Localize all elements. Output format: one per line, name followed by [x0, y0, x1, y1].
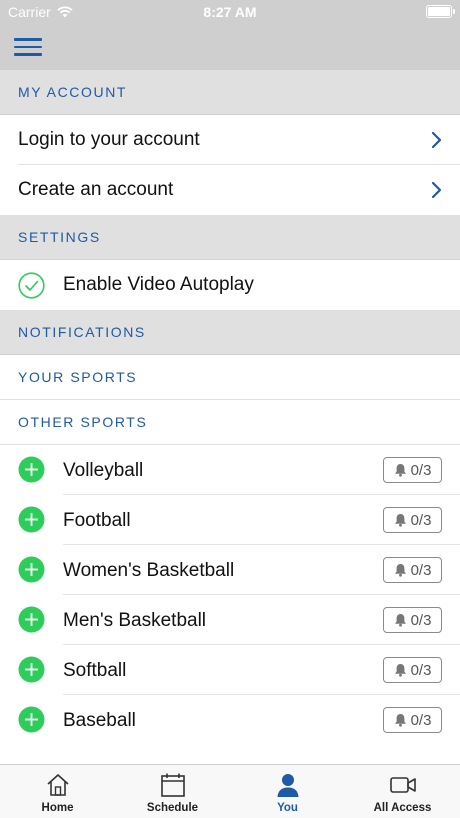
top-bar: Carrier 8:27 AM	[0, 0, 460, 70]
bell-icon	[394, 614, 406, 627]
notification-count: 0/3	[410, 511, 432, 529]
notification-count-button[interactable]: 0/3	[383, 657, 442, 683]
menu-button[interactable]	[14, 38, 42, 58]
add-sport-icon[interactable]	[18, 456, 45, 483]
status-bar: Carrier 8:27 AM	[0, 0, 460, 24]
tab-all-access-label: All Access	[373, 802, 432, 814]
home-icon	[46, 774, 69, 796]
autoplay-label: Enable Video Autoplay	[63, 274, 254, 295]
notification-count-button[interactable]: 0/3	[383, 557, 442, 583]
sport-name: Football	[63, 510, 131, 531]
menu-icon-line	[14, 45, 42, 48]
other-sports-list: Volleyball 0/3 Football 0/3 Women's Basketba…	[0, 445, 460, 745]
sport-row: Men's Basketball 0/3	[0, 595, 460, 645]
add-sport-icon[interactable]	[18, 556, 45, 583]
sport-name: Women's Basketball	[63, 560, 235, 581]
sport-name: Volleyball	[63, 460, 144, 481]
notification-count-button[interactable]: 0/3	[383, 607, 442, 633]
create-account-row[interactable]: Create an account	[0, 165, 460, 215]
calendar-icon	[160, 773, 185, 797]
menu-icon	[14, 38, 42, 41]
tab-schedule[interactable]: Schedule	[115, 765, 230, 818]
notification-count-button[interactable]: 0/3	[383, 457, 442, 483]
notification-count: 0/3	[410, 561, 432, 579]
bell-icon	[394, 564, 406, 577]
account-content: MY ACCOUNT Login to your account Create …	[0, 70, 460, 764]
video-autoplay-toggle[interactable]: Enable Video Autoplay	[0, 260, 460, 310]
notification-count: 0/3	[410, 661, 432, 679]
sport-row: Women's Basketball 0/3	[0, 545, 460, 595]
section-notifications: NOTIFICATIONS	[0, 310, 460, 355]
notification-count-button[interactable]: 0/3	[383, 707, 442, 733]
sport-row: Football 0/3	[0, 495, 460, 545]
chevron-right-icon	[431, 181, 442, 199]
sport-row: Volleyball 0/3	[0, 445, 460, 495]
add-sport-icon[interactable]	[18, 606, 45, 633]
notification-count: 0/3	[410, 461, 432, 479]
sport-name: Men's Basketball	[63, 610, 207, 631]
sport-row: Softball 0/3	[0, 645, 460, 695]
add-sport-icon[interactable]	[18, 706, 45, 733]
tab-home-label: Home	[41, 802, 74, 814]
battery-icon	[426, 5, 455, 18]
sport-name: Softball	[63, 660, 127, 681]
tab-you[interactable]: You	[230, 765, 345, 818]
bell-icon	[394, 714, 406, 727]
status-time: 8:27 AM	[203, 4, 257, 20]
section-my-account: MY ACCOUNT	[0, 70, 460, 115]
video-camera-icon	[389, 777, 416, 793]
your-sports-header: YOUR SPORTS	[0, 355, 460, 400]
tab-all-access[interactable]: All Access	[345, 765, 460, 818]
menu-icon-line	[14, 53, 42, 56]
tab-you-label: You	[277, 802, 298, 814]
bell-icon	[394, 514, 406, 527]
chevron-right-icon	[431, 131, 442, 149]
notification-count: 0/3	[410, 711, 432, 729]
check-circle-icon	[18, 271, 45, 299]
bell-icon	[394, 464, 406, 477]
notification-count-button[interactable]: 0/3	[383, 507, 442, 533]
bell-icon	[394, 664, 406, 677]
add-sport-icon[interactable]	[18, 506, 45, 533]
tab-home[interactable]: Home	[0, 765, 115, 818]
other-sports-header: OTHER SPORTS	[0, 400, 460, 445]
create-account-label: Create an account	[18, 179, 174, 200]
login-label: Login to your account	[18, 129, 200, 150]
person-icon	[277, 774, 298, 797]
sport-name: Baseball	[63, 710, 136, 731]
sport-row: Baseball 0/3	[0, 695, 460, 745]
notification-count: 0/3	[410, 611, 432, 629]
tab-bar: Home Schedule You All Access	[0, 764, 460, 818]
login-row[interactable]: Login to your account	[0, 115, 460, 165]
tab-schedule-label: Schedule	[146, 802, 199, 814]
section-settings: SETTINGS	[0, 215, 460, 260]
add-sport-icon[interactable]	[18, 656, 45, 683]
